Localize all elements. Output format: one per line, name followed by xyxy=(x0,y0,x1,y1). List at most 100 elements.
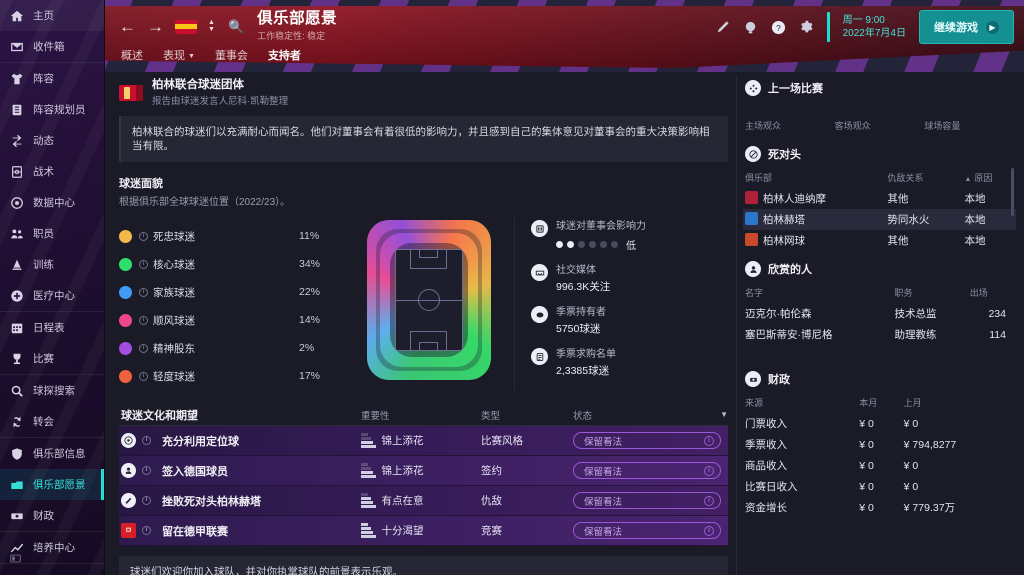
culture-status-button[interactable]: 保留看法 i xyxy=(573,462,721,479)
culture-type: 签约 xyxy=(481,463,573,478)
column-header[interactable]: 本月 xyxy=(857,394,901,413)
culture-status-button[interactable]: 保留看法i xyxy=(573,522,721,539)
table-row[interactable]: 门票收入¥ 0¥ 0 xyxy=(743,413,1016,434)
training-icon xyxy=(9,257,25,273)
sidebar-item-shirt[interactable]: 阵容 xyxy=(0,63,104,94)
chevron-down-icon[interactable]: ▼ xyxy=(188,53,195,60)
info-icon[interactable]: i xyxy=(704,496,714,506)
finance-last-month: ¥ 779.37万 xyxy=(902,497,1016,518)
game-date: 周一 9:00 2022年7月4日 xyxy=(843,14,906,40)
sidebar-group: 阵容阵容规划员动态战术数据中心职员训练医疗中心 xyxy=(0,63,104,312)
sidebar-item-shield[interactable]: 俱乐部信息 xyxy=(0,438,104,469)
sidebar-item-tactics[interactable]: 战术 xyxy=(0,156,104,187)
info-icon[interactable]: i xyxy=(704,526,714,536)
info-icon[interactable]: i xyxy=(142,436,151,445)
rivals-scrollbar[interactable] xyxy=(1011,168,1014,216)
medical-icon xyxy=(9,288,25,304)
column-header[interactable]: 俱乐部 xyxy=(743,169,885,188)
club-crest-icon xyxy=(745,191,758,204)
info-icon[interactable]: i xyxy=(142,496,151,505)
importance-bars xyxy=(361,493,376,508)
sidebar-item-calendar[interactable]: 日程表 xyxy=(0,312,104,343)
info-icon[interactable]: i xyxy=(139,288,148,297)
table-row[interactable]: 比赛日收入¥ 0¥ 0 xyxy=(743,476,1016,497)
influence-level: 低 xyxy=(626,237,636,252)
column-header[interactable]: 职务 xyxy=(893,284,968,303)
table-row[interactable]: 迈克尔·帕伦森技术总监234 xyxy=(743,303,1016,324)
edit-pencil-icon[interactable] xyxy=(715,20,730,35)
sidebar-item-clipboard[interactable]: 阵容规划员 xyxy=(0,94,104,125)
info-icon[interactable]: i xyxy=(704,436,714,446)
spain-flag-icon[interactable] xyxy=(175,20,197,34)
table-row[interactable]: 资金增长¥ 0¥ 779.37万 xyxy=(743,497,1016,518)
rival-reason: 本地 xyxy=(962,188,1016,209)
sidebar-item-home[interactable]: 主页 xyxy=(0,0,104,31)
info-icon[interactable]: i xyxy=(142,526,151,535)
finance-source: 比赛日收入 xyxy=(743,476,857,497)
forward-button[interactable]: → xyxy=(147,18,164,35)
search-icon[interactable]: 🔍 xyxy=(228,19,244,35)
sidebar-item-staff[interactable]: 职员 xyxy=(0,218,104,249)
column-header[interactable]: 名字 xyxy=(743,284,893,303)
table-row[interactable]: 柏林人迪纳摩其他本地 xyxy=(743,188,1016,209)
table-row[interactable]: 柏林网球其他本地 xyxy=(743,230,1016,251)
help-icon[interactable]: ? xyxy=(771,20,786,35)
sidebar-item-club-vision[interactable]: 俱乐部愿景 xyxy=(0,469,104,500)
back-button[interactable]: ← xyxy=(119,18,136,35)
settings-gear-icon[interactable] xyxy=(799,20,814,35)
column-header[interactable]: 出场 xyxy=(968,284,1016,303)
culture-row[interactable]: i留在德甲联赛十分渴望竞赛保留看法i xyxy=(119,516,728,546)
sidebar-item-activity[interactable]: 动态 xyxy=(0,125,104,156)
column-header[interactable]: 仇敌关系 xyxy=(885,169,962,188)
column-header[interactable]: ▲原因 xyxy=(962,169,1016,188)
info-icon[interactable]: i xyxy=(139,344,148,353)
sidebar-item-inbox[interactable]: 收件箱 xyxy=(0,31,104,62)
sidebar-item-transfer[interactable]: 转会 xyxy=(0,406,104,437)
table-row[interactable]: 季票收入¥ 0¥ 794,8277 xyxy=(743,434,1016,455)
pip xyxy=(578,241,585,248)
sidebar-item-trophy[interactable]: 比赛 xyxy=(0,343,104,374)
culture-status-label: 保留看法 xyxy=(584,464,622,478)
header-divider xyxy=(827,12,830,42)
svg-text:?: ? xyxy=(776,22,781,32)
rival-reason: 本地 xyxy=(962,230,1016,251)
sidebar-item-medical[interactable]: 医疗中心 xyxy=(0,280,104,311)
sidebar-item-label: 俱乐部愿景 xyxy=(33,477,86,492)
culture-status-button[interactable]: 保留看法 i xyxy=(573,432,721,449)
pip xyxy=(600,241,607,248)
spinner-updown-icon[interactable]: ▲▼ xyxy=(208,20,215,33)
info-icon[interactable]: i xyxy=(139,232,148,241)
sidebar-item-data-hub[interactable]: 数据中心 xyxy=(0,187,104,218)
lightbulb-icon[interactable] xyxy=(743,20,758,35)
admired-title: 欣赏的人 xyxy=(768,261,812,277)
culture-row[interactable]: i挫败死对头柏林赫塔有点在意仇敌保留看法i xyxy=(119,486,728,516)
culture-footer-note: 球迷们欢迎你加入球队，并对你执掌球队的前景表示乐观。 xyxy=(119,556,728,575)
sidebar-item-finance[interactable]: 财政 xyxy=(0,500,104,531)
sidebar-item-training[interactable]: 训练 xyxy=(0,249,104,280)
column-header[interactable]: 来源 xyxy=(743,394,857,413)
table-row[interactable]: 商品收入¥ 0¥ 0 xyxy=(743,455,1016,476)
info-icon[interactable]: i xyxy=(139,260,148,269)
culture-row[interactable]: i充分利用定位球锦上添花比赛风格保留看法i xyxy=(119,426,728,456)
culture-status-label: 保留看法 xyxy=(584,434,622,448)
column-header[interactable]: 上月 xyxy=(902,394,1016,413)
attendance-column-label: 客场观众 xyxy=(835,119,925,132)
fan-percent: 17% xyxy=(299,370,351,382)
info-icon[interactable]: i xyxy=(139,372,148,381)
fan-profile-subtitle: 根据俱乐部全球球迷位置（2022/23）。 xyxy=(119,193,728,208)
continue-game-button[interactable]: 继续游戏 ▶ xyxy=(919,10,1014,44)
info-icon[interactable]: i xyxy=(139,316,148,325)
culture-row[interactable]: i签入德国球员锦上添花签约保留看法i xyxy=(119,456,728,486)
sidebar-item-scout-search[interactable]: 球探搜索 xyxy=(0,375,104,406)
table-row[interactable]: 柏林赫塔势同水火本地 xyxy=(743,209,1016,230)
info-icon[interactable]: i xyxy=(142,466,151,475)
info-icon[interactable]: i xyxy=(704,466,714,476)
table-row[interactable]: 塞巴斯蒂安·博尼格助理教练114 xyxy=(743,324,1016,345)
importance-bars xyxy=(361,523,376,538)
sidebar-collapse-icon[interactable] xyxy=(10,553,21,567)
importance-bars xyxy=(361,433,376,448)
finance-table: 来源本月上月门票收入¥ 0¥ 0季票收入¥ 0¥ 794,8277商品收入¥ 0… xyxy=(743,394,1016,518)
culture-status-button[interactable]: 保留看法i xyxy=(573,492,721,509)
chevron-down-icon[interactable]: ▼ xyxy=(720,410,728,419)
admired-role: 技术总监 xyxy=(893,303,968,324)
